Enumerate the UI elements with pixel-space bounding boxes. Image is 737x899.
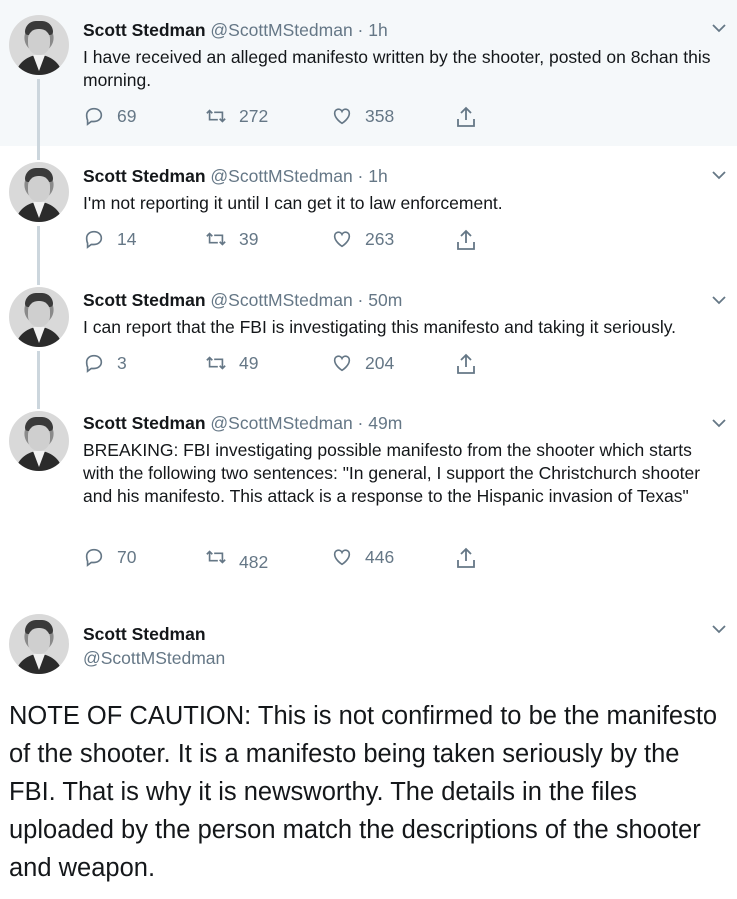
retweet-icon (206, 232, 226, 246)
thread-line (37, 396, 40, 409)
author-name[interactable]: Scott Stedman (83, 624, 206, 645)
reply-icon (85, 230, 103, 249)
author-name[interactable]: Scott Stedman (83, 290, 206, 310)
reply-count: 14 (117, 228, 137, 249)
tweet-actions: 70 482 446 (83, 546, 503, 572)
reply-icon (85, 107, 103, 126)
like-count: 263 (365, 228, 395, 249)
tweet-header: Scott Stedman @ScottMStedman · 50m (83, 290, 402, 311)
tweet-actions: 3 49 204 (83, 352, 503, 376)
like-button[interactable]: 263 (331, 228, 394, 250)
like-button[interactable]: 204 (331, 352, 394, 374)
retweet-count: 49 (239, 352, 259, 373)
thread-line (37, 272, 40, 285)
retweet-button[interactable]: 482 (205, 546, 268, 572)
like-count: 446 (365, 546, 395, 567)
author-handle[interactable]: @ScottMStedman (210, 166, 352, 186)
like-icon (333, 549, 351, 566)
tweet-text: I'm not reporting it until I can get it … (83, 193, 503, 213)
timestamp[interactable]: 49m (368, 413, 402, 433)
reply-button[interactable]: 14 (83, 228, 136, 250)
share-icon[interactable] (455, 228, 477, 252)
tweet-text: BREAKING: FBI investigating possible man… (83, 440, 701, 506)
reply-count: 69 (117, 105, 137, 126)
separator-dot: · (357, 20, 364, 40)
like-icon (333, 355, 351, 372)
like-icon (333, 231, 351, 248)
reply-count: 3 (117, 352, 127, 373)
tweet-header: Scott Stedman @ScottMStedman · 49m (83, 413, 402, 434)
chevron-down-icon[interactable] (712, 625, 726, 634)
thread-line (37, 79, 40, 146)
author-handle[interactable]: @ScottMStedman (210, 20, 352, 40)
reply-icon (85, 354, 103, 373)
avatar[interactable] (9, 614, 69, 674)
separator-dot: · (357, 290, 364, 310)
tweet-actions: 69 272 358 (83, 105, 503, 129)
author-handle[interactable]: @ScottMStedman (210, 290, 352, 310)
tweet-actions: 14 39 263 (83, 228, 503, 252)
tweet[interactable]: Scott Stedman @ScottMStedman · 50m I can… (0, 272, 737, 396)
separator-dot: · (357, 166, 364, 186)
chevron-down-icon[interactable] (712, 171, 726, 180)
author-handle[interactable]: @ScottMStedman (210, 413, 352, 433)
avatar[interactable] (9, 411, 69, 471)
avatar[interactable] (9, 287, 69, 347)
timestamp[interactable]: 50m (368, 290, 402, 310)
tweet[interactable]: Scott Stedman @ScottMStedman · 1h I have… (0, 0, 737, 146)
reply-button[interactable]: 3 (83, 352, 127, 374)
thread-line (37, 351, 40, 396)
chevron-down-icon[interactable] (712, 419, 726, 428)
retweet-button[interactable]: 39 (205, 228, 258, 250)
reply-count: 70 (117, 546, 137, 567)
timestamp[interactable]: 1h (368, 20, 387, 40)
author-name[interactable]: Scott Stedman (83, 20, 206, 40)
tweet-text: I can report that the FBI is investigati… (83, 317, 677, 337)
thread-line (37, 226, 40, 272)
author-name[interactable]: Scott Stedman (83, 413, 206, 433)
share-icon[interactable] (455, 546, 477, 570)
like-button[interactable]: 446 (331, 546, 394, 568)
tweet-text: I have received an alleged manifesto wri… (83, 47, 711, 90)
main-tweet-text: NOTE OF CAUTION: This is not confirmed t… (9, 702, 718, 882)
avatar[interactable] (9, 15, 69, 75)
retweet-icon (206, 356, 226, 370)
avatar[interactable] (9, 162, 69, 222)
like-count: 204 (365, 352, 395, 373)
thread-line (37, 146, 40, 160)
like-count: 358 (365, 105, 395, 126)
retweet-count: 39 (239, 228, 259, 249)
share-icon[interactable] (455, 352, 477, 376)
separator-dot: · (357, 413, 364, 433)
retweet-icon (206, 109, 226, 123)
tweet-header: Scott Stedman @ScottMStedman · 1h (83, 166, 388, 187)
chevron-down-icon[interactable] (712, 296, 726, 305)
author-name[interactable]: Scott Stedman (83, 166, 206, 186)
like-button[interactable]: 358 (331, 105, 394, 127)
reply-icon (85, 548, 103, 567)
retweet-button[interactable]: 272 (205, 105, 268, 127)
retweet-icon (206, 550, 226, 564)
reply-button[interactable]: 70 (83, 546, 136, 568)
reply-button[interactable]: 69 (83, 105, 136, 127)
like-icon (333, 108, 351, 125)
retweet-button[interactable]: 49 (205, 352, 258, 374)
chevron-down-icon[interactable] (712, 24, 726, 33)
tweet-header: Scott Stedman @ScottMStedman · 1h (83, 20, 388, 41)
share-icon[interactable] (455, 105, 477, 129)
retweet-count: 482 (239, 551, 269, 572)
timestamp[interactable]: 1h (368, 166, 387, 186)
tweet[interactable]: Scott Stedman @ScottMStedman · 49m BREAK… (0, 396, 737, 592)
author-handle[interactable]: @ScottMStedman (83, 648, 225, 669)
retweet-count: 272 (239, 105, 269, 126)
tweet[interactable]: Scott Stedman @ScottMStedman · 1h I'm no… (0, 146, 737, 272)
